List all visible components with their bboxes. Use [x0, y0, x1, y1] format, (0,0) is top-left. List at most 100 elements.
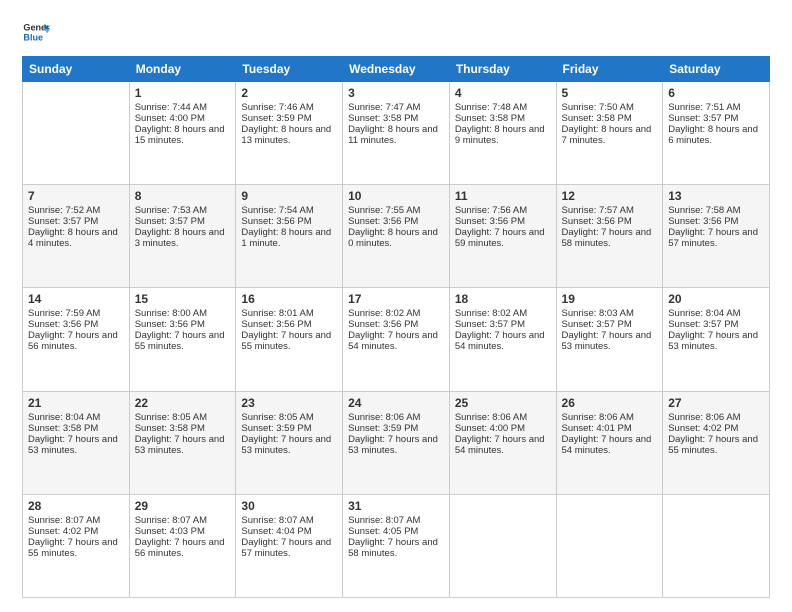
day-number: 25 — [455, 396, 551, 410]
weekday-header: Wednesday — [343, 57, 450, 82]
day-number: 7 — [28, 189, 124, 203]
day-number: 26 — [562, 396, 658, 410]
calendar-cell: 13Sunrise: 7:58 AMSunset: 3:56 PMDayligh… — [663, 185, 770, 288]
calendar-cell: 4 Sunrise: 7:48 AMSunset: 3:58 PMDaylight… — [449, 82, 556, 185]
sunset-text: Sunset: 4:00 PM — [135, 113, 231, 124]
day-number: 15 — [135, 292, 231, 306]
sunset-text: Sunset: 4:04 PM — [241, 526, 337, 537]
daylight-text: Daylight: 8 hours and 4 minutes. — [28, 227, 124, 249]
sunrise-text: Sunrise: 8:07 AM — [135, 515, 231, 526]
daylight-text: Daylight: 7 hours and 55 minutes. — [668, 434, 764, 456]
day-number: 2 — [241, 86, 337, 100]
daylight-text: Daylight: 7 hours and 54 minutes. — [455, 330, 551, 352]
day-number: 4 — [455, 86, 551, 100]
sunset-text: Sunset: 3:57 PM — [668, 113, 764, 124]
daylight-text: Daylight: 8 hours and 3 minutes. — [135, 227, 231, 249]
sunrise-text: Sunrise: 8:07 AM — [28, 515, 124, 526]
sunset-text: Sunset: 4:02 PM — [668, 423, 764, 434]
sunset-text: Sunset: 3:56 PM — [562, 216, 658, 227]
calendar-cell: 30Sunrise: 8:07 AMSunset: 4:04 PMDayligh… — [236, 494, 343, 597]
day-number: 12 — [562, 189, 658, 203]
daylight-text: Daylight: 7 hours and 58 minutes. — [348, 537, 444, 559]
calendar-cell: 20Sunrise: 8:04 AMSunset: 3:57 PMDayligh… — [663, 288, 770, 391]
sunset-text: Sunset: 4:03 PM — [135, 526, 231, 537]
sunset-text: Sunset: 3:58 PM — [28, 423, 124, 434]
weekday-header: Friday — [556, 57, 663, 82]
calendar-week-row: 21Sunrise: 8:04 AMSunset: 3:58 PMDayligh… — [23, 391, 770, 494]
calendar-cell: 8Sunrise: 7:53 AMSunset: 3:57 PMDaylight… — [129, 185, 236, 288]
calendar-page: General Blue SundayMondayTuesdayWednesda… — [0, 0, 792, 612]
daylight-text: Daylight: 7 hours and 55 minutes. — [241, 330, 337, 352]
day-number: 28 — [28, 499, 124, 513]
daylight-text: Daylight: 7 hours and 53 minutes. — [668, 330, 764, 352]
calendar-week-row: 1Sunrise: 7:44 AMSunset: 4:00 PMDaylight… — [23, 82, 770, 185]
daylight-text: Daylight: 7 hours and 57 minutes. — [668, 227, 764, 249]
daylight-text: Daylight: 8 hours and 6 minutes. — [668, 124, 764, 146]
daylight-text: Daylight: 7 hours and 55 minutes. — [28, 537, 124, 559]
daylight-text: Daylight: 7 hours and 57 minutes. — [241, 537, 337, 559]
calendar-cell: 11Sunrise: 7:56 AMSunset: 3:56 PMDayligh… — [449, 185, 556, 288]
sunrise-text: Sunrise: 7:55 AM — [348, 205, 444, 216]
weekday-header: Sunday — [23, 57, 130, 82]
sunrise-text: Sunrise: 8:04 AM — [28, 412, 124, 423]
sunrise-text: Sunrise: 7:46 AM — [241, 102, 337, 113]
sunset-text: Sunset: 3:56 PM — [135, 319, 231, 330]
sunset-text: Sunset: 3:56 PM — [241, 216, 337, 227]
daylight-text: Daylight: 7 hours and 53 minutes. — [348, 434, 444, 456]
day-number: 20 — [668, 292, 764, 306]
daylight-text: Daylight: 8 hours and 9 minutes. — [455, 124, 551, 146]
sunrise-text: Sunrise: 7:54 AM — [241, 205, 337, 216]
day-number: 31 — [348, 499, 444, 513]
daylight-text: Daylight: 8 hours and 13 minutes. — [241, 124, 337, 146]
day-number: 8 — [135, 189, 231, 203]
daylight-text: Daylight: 7 hours and 54 minutes. — [562, 434, 658, 456]
logo-icon: General Blue — [22, 18, 50, 46]
calendar-cell: 14Sunrise: 7:59 AMSunset: 3:56 PMDayligh… — [23, 288, 130, 391]
calendar-cell: 6Sunrise: 7:51 AMSunset: 3:57 PMDaylight… — [663, 82, 770, 185]
calendar-week-row: 14Sunrise: 7:59 AMSunset: 3:56 PMDayligh… — [23, 288, 770, 391]
sunset-text: Sunset: 3:56 PM — [241, 319, 337, 330]
sunrise-text: Sunrise: 8:04 AM — [668, 308, 764, 319]
calendar-cell: 28Sunrise: 8:07 AMSunset: 4:02 PMDayligh… — [23, 494, 130, 597]
sunrise-text: Sunrise: 7:50 AM — [562, 102, 658, 113]
day-number: 21 — [28, 396, 124, 410]
day-number: 16 — [241, 292, 337, 306]
daylight-text: Daylight: 7 hours and 53 minutes. — [241, 434, 337, 456]
daylight-text: Daylight: 8 hours and 0 minutes. — [348, 227, 444, 249]
sunrise-text: Sunrise: 7:48 AM — [455, 102, 551, 113]
sunrise-text: Sunrise: 7:44 AM — [135, 102, 231, 113]
calendar-cell: 7 Sunrise: 7:52 AMSunset: 3:57 PMDaylight… — [23, 185, 130, 288]
sunrise-text: Sunrise: 8:06 AM — [455, 412, 551, 423]
header: General Blue — [22, 18, 770, 46]
sunset-text: Sunset: 3:58 PM — [135, 423, 231, 434]
weekday-header: Monday — [129, 57, 236, 82]
daylight-text: Daylight: 7 hours and 56 minutes. — [135, 537, 231, 559]
sunset-text: Sunset: 3:57 PM — [562, 319, 658, 330]
sunset-text: Sunset: 3:57 PM — [28, 216, 124, 227]
sunset-text: Sunset: 3:59 PM — [241, 423, 337, 434]
calendar-cell: 17Sunrise: 8:02 AMSunset: 3:56 PMDayligh… — [343, 288, 450, 391]
weekday-header-row: SundayMondayTuesdayWednesdayThursdayFrid… — [23, 57, 770, 82]
sunrise-text: Sunrise: 7:59 AM — [28, 308, 124, 319]
sunrise-text: Sunrise: 8:02 AM — [348, 308, 444, 319]
calendar-cell: 22Sunrise: 8:05 AMSunset: 3:58 PMDayligh… — [129, 391, 236, 494]
calendar-cell: 1Sunrise: 7:44 AMSunset: 4:00 PMDaylight… — [129, 82, 236, 185]
weekday-header: Tuesday — [236, 57, 343, 82]
daylight-text: Daylight: 7 hours and 53 minutes. — [562, 330, 658, 352]
sunset-text: Sunset: 3:58 PM — [455, 113, 551, 124]
day-number: 29 — [135, 499, 231, 513]
sunset-text: Sunset: 3:57 PM — [455, 319, 551, 330]
sunrise-text: Sunrise: 8:06 AM — [562, 412, 658, 423]
calendar-cell: 5Sunrise: 7:50 AMSunset: 3:58 PMDaylight… — [556, 82, 663, 185]
calendar-cell: 19Sunrise: 8:03 AMSunset: 3:57 PMDayligh… — [556, 288, 663, 391]
daylight-text: Daylight: 7 hours and 54 minutes. — [348, 330, 444, 352]
daylight-text: Daylight: 7 hours and 54 minutes. — [455, 434, 551, 456]
calendar-week-row: 7Sunrise: 7:52 AMSunset: 3:57 PMDaylight… — [23, 185, 770, 288]
sunrise-text: Sunrise: 7:52 AM — [28, 205, 124, 216]
day-number: 22 — [135, 396, 231, 410]
logo: General Blue — [22, 18, 50, 46]
sunrise-text: Sunrise: 7:58 AM — [668, 205, 764, 216]
day-number: 13 — [668, 189, 764, 203]
calendar-cell: 25Sunrise: 8:06 AMSunset: 4:00 PMDayligh… — [449, 391, 556, 494]
daylight-text: Daylight: 8 hours and 7 minutes. — [562, 124, 658, 146]
